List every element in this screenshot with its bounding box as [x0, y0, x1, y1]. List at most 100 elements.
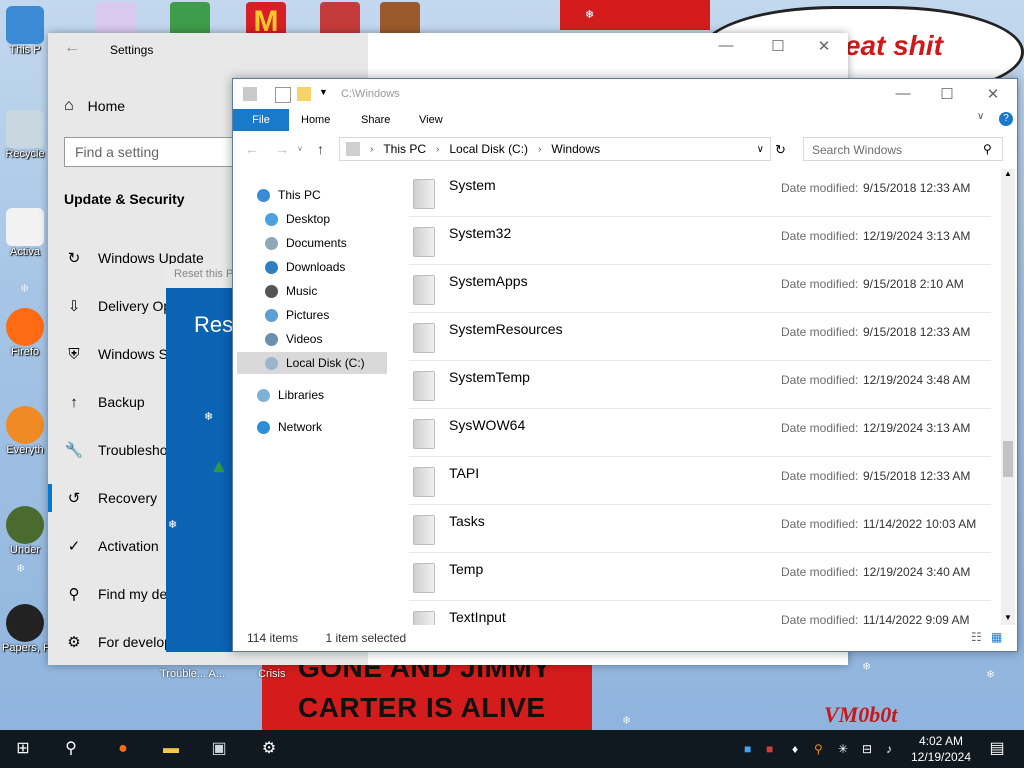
file-row[interactable]: System Date modified: 9/15/2018 12:33 AM [409, 169, 991, 217]
status-item-count: 114 items [247, 631, 299, 645]
documents-icon [265, 236, 278, 250]
maximize-button[interactable]: ☐ [927, 85, 967, 103]
desktop-icon-label: Under [10, 544, 40, 556]
search-input[interactable]: Search Windows [803, 137, 1003, 161]
details-view-icon[interactable]: ☷ [971, 630, 982, 644]
file-explorer-icon[interactable]: ▬ [158, 736, 184, 762]
recent-dropdown-icon[interactable]: ∨ [297, 144, 303, 153]
desktop-icon-activate[interactable]: Activa [2, 208, 48, 258]
date-modified-label: Date modified: [781, 469, 859, 483]
volume-icon[interactable]: ♪ [886, 742, 892, 756]
nav-local-disk[interactable]: Local Disk (C:) [237, 352, 387, 374]
desktop-icon-firefox[interactable]: Firefo [2, 308, 48, 358]
date-modified-label: Date modified: [781, 517, 859, 531]
file-name: SystemResources [449, 321, 563, 337]
date-modified-value: 11/14/2022 10:03 AM [863, 517, 977, 531]
back-arrow-icon[interactable]: ← [245, 141, 259, 157]
file-row[interactable]: SystemApps Date modified: 9/15/2018 2:10… [409, 265, 991, 313]
properties-icon[interactable] [275, 87, 291, 103]
scroll-up-icon[interactable]: ▲ [1004, 169, 1012, 178]
tray-blue-icon[interactable]: ■ [744, 742, 751, 756]
system-clock[interactable]: 4:02 AM 12/19/2024 [908, 733, 974, 765]
up-arrow-icon[interactable]: ↑ [317, 141, 324, 157]
back-arrow-icon[interactable]: ← [64, 39, 80, 57]
nav-this-pc[interactable]: This PC [257, 184, 321, 206]
date-modified-label: Date modified: [781, 229, 859, 243]
nav-music[interactable]: Music [265, 280, 317, 302]
desktop-icon-everything[interactable]: Everyth [2, 406, 48, 456]
maximize-button[interactable]: ☐ [758, 37, 798, 55]
minimize-button[interactable]: — [706, 37, 746, 54]
date-modified-label: Date modified: [781, 325, 859, 339]
tab-view[interactable]: View [419, 109, 443, 131]
forward-arrow-icon[interactable]: → [275, 141, 289, 157]
notification-icon[interactable]: ▤ [984, 736, 1010, 762]
address-row: ← → ∨ ↑ › This PC › Local Disk (C:) › Wi… [233, 135, 1017, 165]
address-dropdown-icon[interactable]: ∨ [757, 144, 764, 155]
desktop-icon-undertale[interactable]: Under [2, 506, 48, 556]
file-name: SystemApps [449, 273, 528, 289]
nav-network[interactable]: Network [257, 416, 322, 438]
scrollbar-thumb[interactable] [1003, 441, 1013, 477]
file-row[interactable]: SysWOW64 Date modified: 12/19/2024 3:13 … [409, 409, 991, 457]
nav-label: Desktop [286, 212, 331, 226]
close-button[interactable]: ✕ [804, 37, 844, 55]
file-row[interactable]: TextInput Date modified: 11/14/2022 9:09… [409, 601, 991, 625]
tiles-view-icon[interactable]: ▦ [991, 630, 1002, 644]
quick-access-dropdown-icon[interactable]: ▼ [319, 87, 328, 97]
file-row[interactable]: System32 Date modified: 12/19/2024 3:13 … [409, 217, 991, 265]
file-list-scrollbar[interactable]: ▲ ▼ [1001, 169, 1015, 625]
this-pc-icon [257, 188, 270, 202]
file-row[interactable]: Temp Date modified: 12/19/2024 3:40 AM [409, 553, 991, 601]
breadcrumb-windows[interactable]: Windows [551, 142, 600, 156]
nav-desktop[interactable]: Desktop [265, 208, 330, 230]
address-bar[interactable]: › This PC › Local Disk (C:) › Windows ∨ [339, 137, 771, 161]
minimize-button[interactable]: — [883, 85, 923, 102]
firefox-icon[interactable]: ● [110, 736, 136, 762]
file-row[interactable]: SystemResources Date modified: 9/15/2018… [409, 313, 991, 361]
nav-downloads[interactable]: Downloads [265, 256, 345, 278]
desktop-label-trouble: Trouble... A... [160, 668, 226, 680]
nav-libraries[interactable]: Libraries [257, 384, 324, 406]
settings-home[interactable]: ⌂ Home [64, 97, 125, 115]
breadcrumb-this-pc[interactable]: This PC [383, 142, 426, 156]
refresh-icon[interactable]: ↻ [775, 142, 786, 158]
tab-share[interactable]: Share [361, 109, 390, 131]
nav-pictures[interactable]: Pictures [265, 304, 329, 326]
search-icon[interactable]: ⚲ [58, 736, 84, 762]
file-row[interactable]: SystemTemp Date modified: 12/19/2024 3:4… [409, 361, 991, 409]
help-icon[interactable]: ? [999, 112, 1013, 126]
ribbon-expand-icon[interactable]: ∨ [977, 111, 984, 122]
breadcrumb-local-disk[interactable]: Local Disk (C:) [449, 142, 528, 156]
snowflake-icon: ❄ [862, 661, 872, 673]
tab-home[interactable]: Home [301, 109, 330, 131]
tab-file[interactable]: File [233, 109, 289, 131]
desktop-icon-papers-please[interactable]: Papers, P [2, 604, 48, 654]
tray-sparkle-icon[interactable]: ✳ [838, 742, 848, 756]
windows-start-icon[interactable]: ⊞ [10, 736, 36, 762]
file-row[interactable]: TAPI Date modified: 9/15/2018 12:33 AM [409, 457, 991, 505]
settings-nav-label: Activation [98, 538, 159, 554]
gear-icon[interactable]: ⚙ [256, 736, 282, 762]
nav-documents[interactable]: Documents [265, 232, 347, 254]
this-pc-icon [6, 6, 44, 44]
tray-drop-icon[interactable]: ♦ [792, 742, 798, 756]
search-icon[interactable]: ⚲ [983, 142, 992, 156]
wrench-icon: 🔧 [64, 442, 84, 459]
desktop-icon-recycle-bin[interactable]: Recycle [2, 110, 48, 160]
reset-pc-dialog-title: Res [194, 312, 234, 337]
folder-icon [413, 611, 435, 625]
desktop-icon-this-pc[interactable]: This P [2, 6, 48, 56]
nav-videos[interactable]: Videos [265, 328, 322, 350]
date-modified-value: 12/19/2024 3:13 AM [863, 229, 971, 243]
tray-search-icon[interactable]: ⚲ [814, 742, 823, 756]
desktop-icon [265, 212, 278, 226]
date-modified-label: Date modified: [781, 565, 859, 579]
scroll-down-icon[interactable]: ▼ [1004, 613, 1012, 622]
close-button[interactable]: ✕ [973, 85, 1013, 103]
tray-app-icon[interactable]: ■ [766, 742, 773, 756]
photos-icon[interactable]: ▣ [206, 736, 232, 762]
new-folder-icon[interactable] [297, 87, 311, 101]
file-row[interactable]: Tasks Date modified: 11/14/2022 10:03 AM [409, 505, 991, 553]
network-icon[interactable]: ⊟ [862, 742, 872, 756]
